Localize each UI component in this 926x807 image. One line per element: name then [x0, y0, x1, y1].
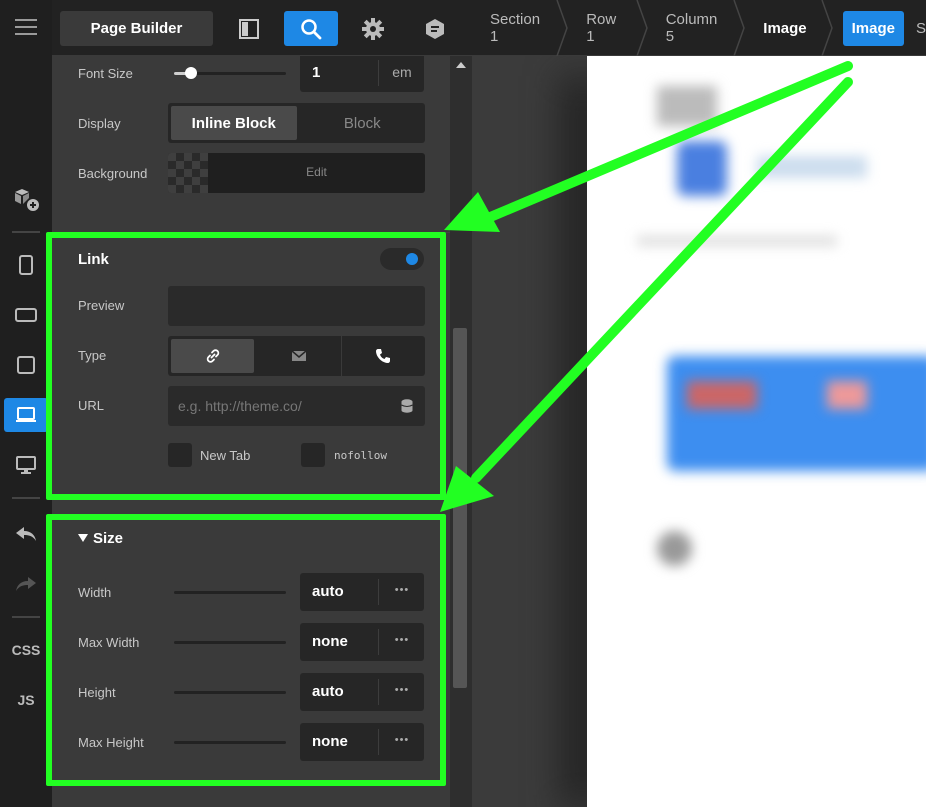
scroll-up-arrow-icon[interactable]	[456, 62, 466, 68]
breadcrumb-active-pill[interactable]: Image	[842, 10, 904, 46]
breadcrumb-column[interactable]: Column 5	[648, 0, 746, 56]
css-button[interactable]: CSS	[4, 633, 48, 667]
rail-divider	[12, 497, 40, 499]
page-builder-button[interactable]: Page Builder	[60, 11, 213, 46]
link-section-highlight	[46, 232, 446, 500]
display-segmented: Inline Block Block	[168, 103, 425, 143]
add-element-icon[interactable]	[4, 182, 48, 216]
phone-portrait-icon[interactable]	[4, 248, 48, 282]
page-builder-label: Page Builder	[90, 20, 183, 37]
display-block-option[interactable]: Block	[300, 103, 426, 143]
breadcrumb-label: Image	[763, 19, 807, 37]
search-icon[interactable]	[284, 11, 338, 46]
font-size-slider[interactable]	[174, 67, 286, 79]
transparency-swatch-icon	[168, 153, 208, 193]
page-preview[interactable]	[472, 56, 926, 807]
theme-badge-icon[interactable]	[408, 11, 462, 46]
background-label: Background	[78, 166, 148, 181]
size-section-highlight	[46, 514, 446, 786]
left-rail: CSS JS	[0, 0, 52, 807]
breadcrumb-row[interactable]: Row 1	[568, 0, 648, 56]
preview-blur-block	[657, 86, 717, 126]
js-button[interactable]: JS	[4, 683, 48, 717]
display-inline-block-option[interactable]: Inline Block	[171, 106, 297, 140]
desktop-icon[interactable]	[4, 448, 48, 482]
breadcrumb: Section 1 Row 1 Column 5 Image Image S	[472, 0, 926, 56]
panel-scrollbar[interactable]	[450, 56, 472, 807]
preview-blur-block	[657, 531, 692, 566]
css-label: CSS	[11, 642, 41, 658]
font-size-input[interactable]: 1 em	[300, 56, 424, 92]
breadcrumb-label: Section 1	[490, 11, 541, 45]
preview-page	[587, 56, 926, 807]
gear-icon[interactable]	[346, 11, 400, 46]
layout-toggle-icon[interactable]	[222, 11, 276, 46]
breadcrumb-label: Row 1	[586, 11, 617, 45]
breadcrumb-label: Column 5	[665, 11, 718, 45]
font-size-label: Font Size	[78, 66, 133, 81]
scroll-thumb[interactable]	[453, 328, 467, 688]
breadcrumb-overflow[interactable]: S	[916, 20, 926, 37]
font-size-divider	[378, 60, 379, 86]
rail-divider	[12, 231, 40, 233]
font-size-value: 1	[312, 64, 321, 81]
breadcrumb-section[interactable]: Section 1	[472, 0, 568, 56]
background-edit-label[interactable]: Edit	[208, 165, 425, 179]
top-bar: Page Builder Section 1 Row 1 Column 5 Im…	[52, 0, 926, 56]
preview-blur-block	[677, 141, 727, 196]
font-size-unit[interactable]: em	[384, 64, 420, 80]
laptop-icon[interactable]	[4, 398, 48, 432]
redo-icon[interactable]	[4, 567, 48, 601]
preview-blur-block	[827, 381, 867, 409]
background-picker[interactable]: Edit	[168, 153, 425, 193]
preview-blur-block	[687, 381, 757, 409]
tablet-icon[interactable]	[4, 348, 48, 382]
preview-blur-block	[667, 356, 926, 471]
preview-blur-block	[637, 236, 837, 246]
undo-icon[interactable]	[4, 517, 48, 551]
preview-blur-block	[757, 156, 867, 178]
phone-landscape-icon[interactable]	[4, 298, 48, 332]
menu-icon[interactable]	[4, 10, 48, 44]
rail-divider	[12, 616, 40, 618]
breadcrumb-image[interactable]: Image	[745, 0, 833, 56]
font-size-slider-knob[interactable]	[184, 67, 197, 79]
js-label: JS	[17, 692, 35, 708]
display-label: Display	[78, 116, 121, 131]
